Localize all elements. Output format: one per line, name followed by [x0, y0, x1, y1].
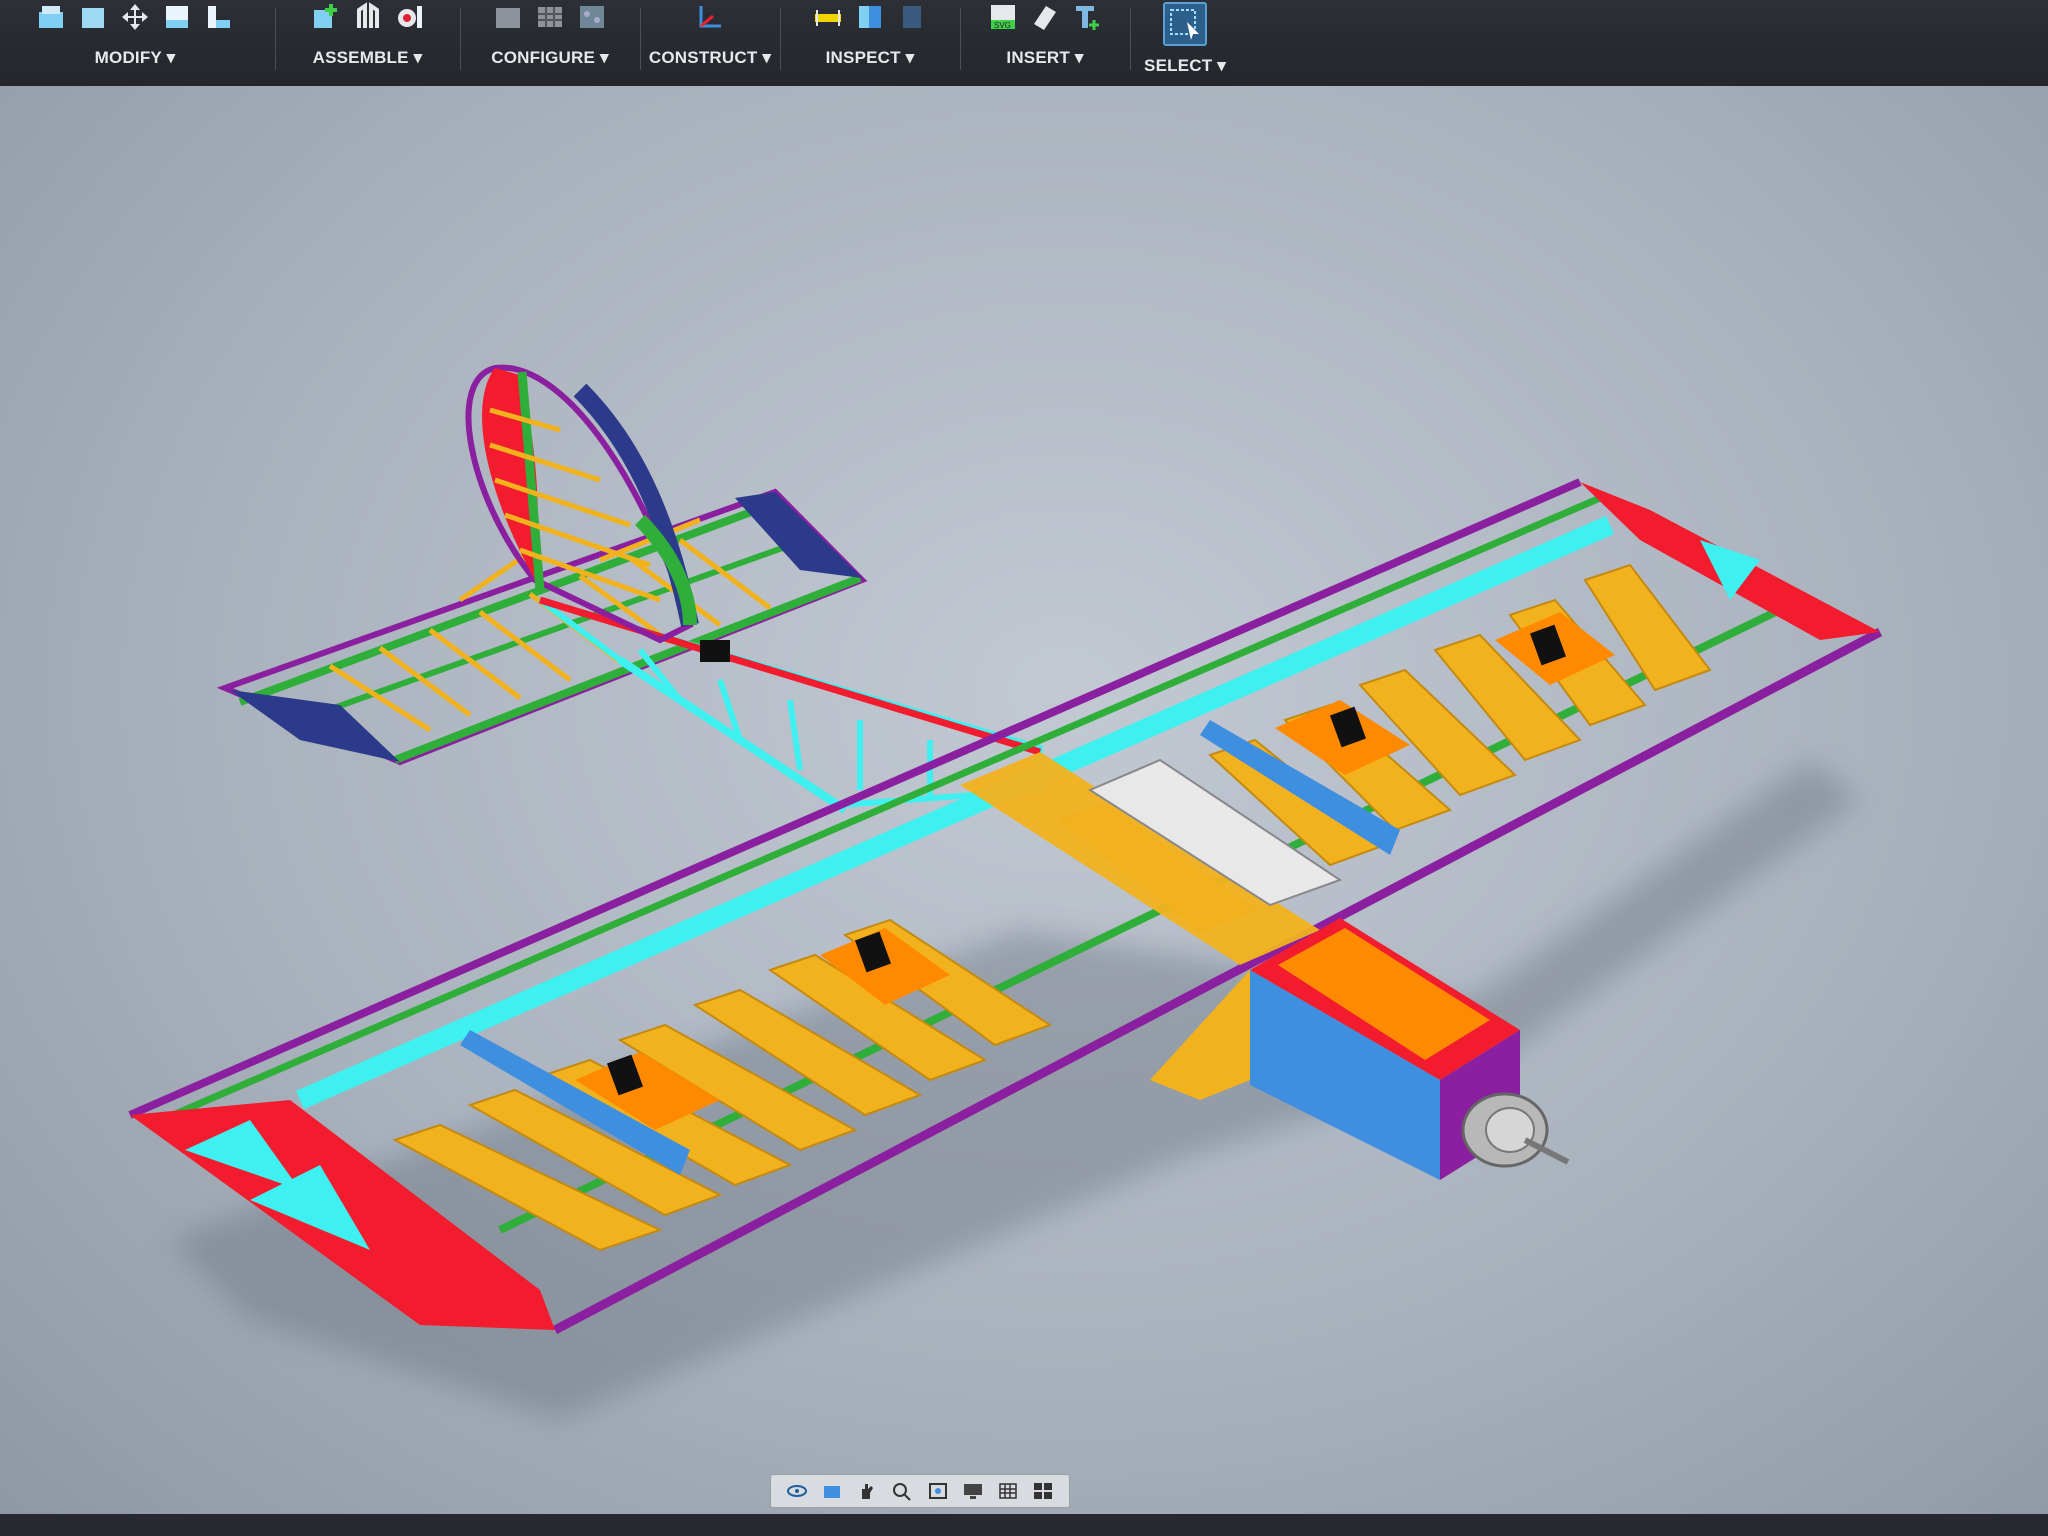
svg-badge-text: SVG [994, 21, 1011, 30]
horizontal-stabilizer[interactable] [216, 488, 868, 766]
dropdown-caret: ▾ [905, 48, 915, 67]
zebra-icon[interactable] [897, 2, 927, 32]
toolbar-separator [275, 8, 276, 70]
configure-table-icon[interactable] [493, 2, 523, 32]
assemble-label[interactable]: ASSEMBLE [313, 48, 409, 67]
press-pull-icon[interactable] [36, 2, 66, 32]
section-analysis-icon[interactable] [855, 2, 885, 32]
align-icon[interactable] [162, 2, 192, 32]
assemble-group[interactable]: ASSEMBLE ▾ [280, 0, 455, 86]
dropdown-caret: ▾ [1074, 48, 1084, 67]
orbit-icon[interactable] [786, 1481, 808, 1501]
fillet-icon[interactable] [78, 2, 108, 32]
timeline-bar[interactable] [0, 1514, 2048, 1536]
construct-label[interactable]: CONSTRUCT [649, 48, 758, 67]
insert-svg-icon[interactable]: SVG [988, 2, 1018, 32]
construct-group[interactable]: CONSTRUCT ▾ [645, 0, 775, 86]
new-component-icon[interactable] [311, 2, 341, 32]
configure-grid-icon[interactable] [535, 2, 565, 32]
insert-group[interactable]: SVG INSERT ▾ [965, 0, 1125, 86]
look-at-icon[interactable] [821, 1481, 843, 1501]
select-group[interactable]: SELECT ▾ [1135, 0, 1235, 86]
canvas-viewport[interactable] [0, 0, 2048, 1536]
insert-label[interactable]: INSERT [1006, 48, 1070, 67]
display-settings-icon[interactable] [962, 1481, 984, 1501]
toolbar-separator [640, 8, 641, 70]
joint-icon[interactable] [353, 2, 383, 32]
viewports-icon[interactable] [1032, 1481, 1054, 1501]
move-icon[interactable] [120, 2, 150, 32]
axis-plane-icon[interactable] [695, 2, 725, 32]
insert-decal-icon[interactable] [1030, 2, 1060, 32]
select-window-icon[interactable] [1163, 2, 1207, 46]
modify-group[interactable]: MODIFY ▾ [0, 0, 270, 86]
toolbar-separator [960, 8, 961, 70]
configure-group[interactable]: CONFIGURE ▾ [465, 0, 635, 86]
select-label[interactable]: SELECT [1144, 56, 1212, 75]
top-toolbar: MODIFY ▾ ASSEMBLE ▾ CONFIGURE ▾ CONSTRUC… [0, 0, 2048, 86]
inspect-group[interactable]: INSPECT ▾ [785, 0, 955, 86]
dropdown-caret: ▾ [413, 48, 423, 67]
zoom-icon[interactable] [891, 1481, 913, 1501]
insert-text-icon[interactable] [1072, 2, 1102, 32]
toolbar-separator [1130, 8, 1131, 70]
measure-icon[interactable] [813, 2, 843, 32]
vertical-fin[interactable] [465, 364, 699, 644]
fit-icon[interactable] [927, 1481, 949, 1501]
toolbar-separator [460, 8, 461, 70]
airplane-model[interactable] [0, 0, 2048, 1536]
dropdown-caret: ▾ [1217, 56, 1226, 75]
split-icon[interactable] [204, 2, 234, 32]
navigation-bar [770, 1474, 1070, 1508]
motor[interactable] [1461, 1092, 1570, 1168]
dropdown-caret: ▾ [600, 48, 609, 67]
toolbar-separator [780, 8, 781, 70]
motion-icon[interactable] [395, 2, 425, 32]
pan-icon[interactable] [856, 1481, 878, 1501]
grid-icon[interactable] [997, 1481, 1019, 1501]
configure-flow-icon[interactable] [577, 2, 607, 32]
modify-label[interactable]: MODIFY [95, 48, 162, 67]
configure-label[interactable]: CONFIGURE [491, 48, 595, 67]
inspect-label[interactable]: INSPECT [826, 48, 901, 67]
dropdown-caret: ▾ [166, 48, 176, 67]
dropdown-caret: ▾ [762, 48, 772, 67]
